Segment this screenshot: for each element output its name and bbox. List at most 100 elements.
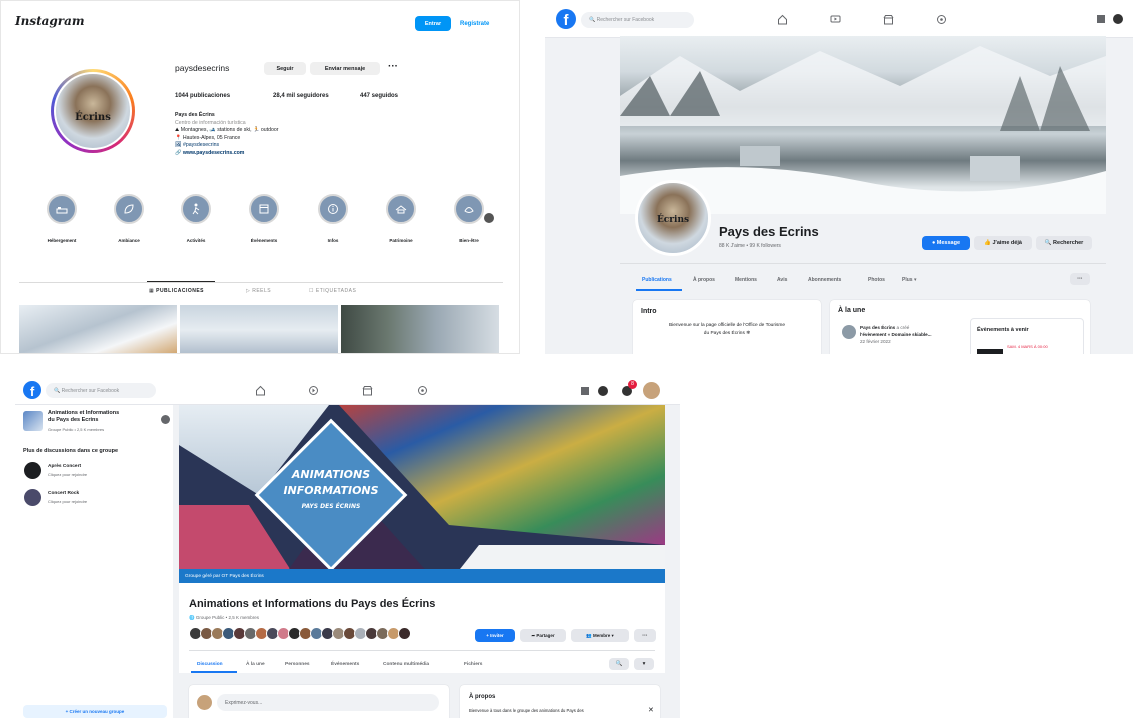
facebook-search-input[interactable]: 🔍 Rechercher sur Facebook [46, 383, 156, 398]
group-name[interactable]: Animations et Informations du Pays des E… [48, 410, 119, 424]
membership-button[interactable]: 👥 Membre ▾ [571, 629, 629, 642]
discussion-name[interactable]: Après Concert [48, 464, 81, 470]
watch-icon[interactable] [830, 14, 841, 25]
home-icon[interactable] [777, 14, 788, 25]
followers-count[interactable]: 28,4 mil seguidores [273, 93, 329, 99]
instagram-logo[interactable]: Instagram [15, 15, 85, 27]
highlight-item[interactable]: Infos [313, 194, 353, 243]
post-event-title[interactable]: l'évènement « Domaine skiable... [860, 332, 932, 339]
composer-input[interactable]: Exprimez-vous... [217, 694, 439, 711]
profile-avatar[interactable]: Écrins [51, 69, 135, 153]
highlight-item[interactable]: Évènements [244, 194, 284, 243]
member-avatar[interactable] [398, 627, 411, 640]
group-title-meta[interactable]: 🌐 Groupe Public • 2,5 K membres [189, 615, 259, 621]
marketplace-icon[interactable] [883, 14, 894, 25]
tab-etiquetadas[interactable]: ☐ ETIQUETADAS [309, 289, 356, 294]
tab-photos[interactable]: Photos [868, 277, 885, 283]
gaming-icon[interactable] [417, 385, 428, 396]
discussion-thumbnail[interactable] [24, 489, 41, 506]
close-icon[interactable]: ✕ [648, 707, 654, 714]
bio-hashtag[interactable]: 🖼 #paysdesecrins [175, 142, 279, 150]
tab-featured[interactable]: À la une [246, 662, 265, 667]
discussion-name[interactable]: Concert Rock [48, 491, 79, 497]
follow-button[interactable]: Seguir [264, 62, 306, 75]
bio-website-link[interactable]: 🔗 www.paysdesecrins.com [175, 150, 279, 158]
gaming-icon[interactable] [936, 14, 947, 25]
more-options-button[interactable]: ··· [388, 62, 398, 72]
watch-icon[interactable] [308, 385, 319, 396]
following-count[interactable]: 447 seguidos [360, 93, 398, 99]
post-thumbnail[interactable] [341, 305, 499, 353]
signup-link[interactable]: Regístrate [460, 21, 489, 27]
bio-name: Pays des Écrins [175, 112, 215, 118]
tab-media[interactable]: Contenu multimédia [383, 662, 429, 667]
member-avatars[interactable] [189, 627, 411, 645]
menu-grid-icon[interactable] [1097, 15, 1105, 23]
tab-events[interactable]: Événements [331, 662, 359, 667]
create-group-button[interactable]: + Créer un nouveau groupe [23, 705, 167, 718]
page-profile-picture[interactable]: Écrins [635, 180, 711, 256]
group-cover-photo[interactable]: ANIMATIONS INFORMATIONS PAYS DES ÉCRINS … [179, 405, 665, 583]
upcoming-events-card: Évènements à venir SAM. 4 MARS À 00:00 [970, 318, 1084, 354]
group-options-icon[interactable] [161, 415, 170, 424]
tab-files[interactable]: Fichiers [464, 662, 482, 667]
login-button[interactable]: Entrar [415, 16, 451, 31]
highlight-item[interactable]: Ambiance [109, 194, 149, 243]
group-thumbnail[interactable] [23, 411, 43, 431]
featured-card: À la une Pays des Écrins a créé l'évènem… [830, 300, 1090, 354]
like-page-button[interactable]: 👍 J'aime déjà [974, 236, 1032, 250]
tab-reviews[interactable]: Avis [777, 277, 787, 283]
discussion-thumbnail[interactable] [24, 462, 41, 479]
intro-card: Intro Bienvenue sur la page officielle d… [633, 300, 821, 354]
featured-post[interactable]: Pays des Écrins a créé l'évènement « Dom… [860, 325, 932, 346]
tab-mentions[interactable]: Mentions [735, 277, 757, 283]
menu-grid-icon[interactable] [581, 387, 589, 395]
post-action: a créé [896, 325, 910, 330]
send-message-button[interactable]: Enviar mensaje [310, 62, 380, 75]
share-label: Partager [536, 633, 555, 638]
facebook-logo-icon[interactable]: f [556, 9, 576, 29]
page-search-button[interactable]: 🔍 Rechercher [1036, 236, 1092, 250]
managed-by-bar[interactable]: Groupe géré par OT Pays des Écrins [179, 569, 665, 583]
tab-reels[interactable]: ▷ REELS [246, 289, 271, 294]
highlight-bed-icon [47, 194, 77, 224]
post-date[interactable]: 22 février 2022 [860, 339, 932, 346]
group-search-button[interactable]: 🔍 [609, 658, 629, 670]
event-thumbnail[interactable] [977, 349, 1003, 354]
facebook-logo-icon[interactable]: f [23, 381, 41, 399]
post-thumbnail[interactable] [19, 305, 177, 353]
highlights-next-arrow-icon[interactable] [484, 213, 494, 223]
invite-button[interactable]: + Inviter [475, 629, 515, 642]
event-date[interactable]: SAM. 4 MARS À 00:00 [1007, 345, 1048, 349]
tab-people[interactable]: Personnes [285, 662, 310, 667]
tab-subscriptions[interactable]: Abonnements [808, 277, 841, 283]
members-icon: 👥 [586, 632, 594, 638]
group-more-button[interactable]: ··· [634, 629, 656, 642]
tab-publications[interactable]: Publications [642, 277, 672, 283]
messenger-icon[interactable] [598, 386, 608, 396]
highlight-item[interactable]: Hébergement [42, 194, 82, 243]
post-author-avatar[interactable] [842, 325, 856, 339]
highlight-item[interactable]: Activités [176, 194, 216, 243]
user-avatar[interactable] [643, 382, 660, 399]
group-tabs-more-button[interactable]: ▾ [634, 658, 654, 670]
post-thumbnail[interactable] [180, 305, 338, 353]
tab-more[interactable]: Plus ▾ [902, 277, 916, 283]
profile-username: paysdesecrins [175, 63, 230, 73]
message-button[interactable]: ● Message [922, 236, 970, 250]
tab-about[interactable]: À propos [693, 277, 715, 283]
highlight-item[interactable]: Bien-être [449, 194, 489, 243]
share-button[interactable]: ➦ Partager [520, 629, 566, 642]
page-followers-meta[interactable]: 88 K J'aime • 99 K followers [719, 244, 781, 249]
post-author[interactable]: Pays des Écrins [860, 325, 895, 330]
tab-discussion[interactable]: Discussion [197, 662, 223, 667]
tab-publicaciones[interactable]: ▦ PUBLICACIONES [149, 289, 204, 294]
facebook-search-input[interactable]: 🔍 Rechercher sur Facebook [581, 12, 694, 28]
messenger-icon[interactable] [1113, 14, 1123, 24]
composer-avatar [197, 695, 212, 710]
page-name: Pays des Ecrins [719, 224, 819, 239]
page-more-button[interactable]: ··· [1070, 273, 1090, 285]
marketplace-icon[interactable] [362, 385, 373, 396]
highlight-item[interactable]: Patrimoine [381, 194, 421, 243]
home-icon[interactable] [255, 385, 266, 396]
